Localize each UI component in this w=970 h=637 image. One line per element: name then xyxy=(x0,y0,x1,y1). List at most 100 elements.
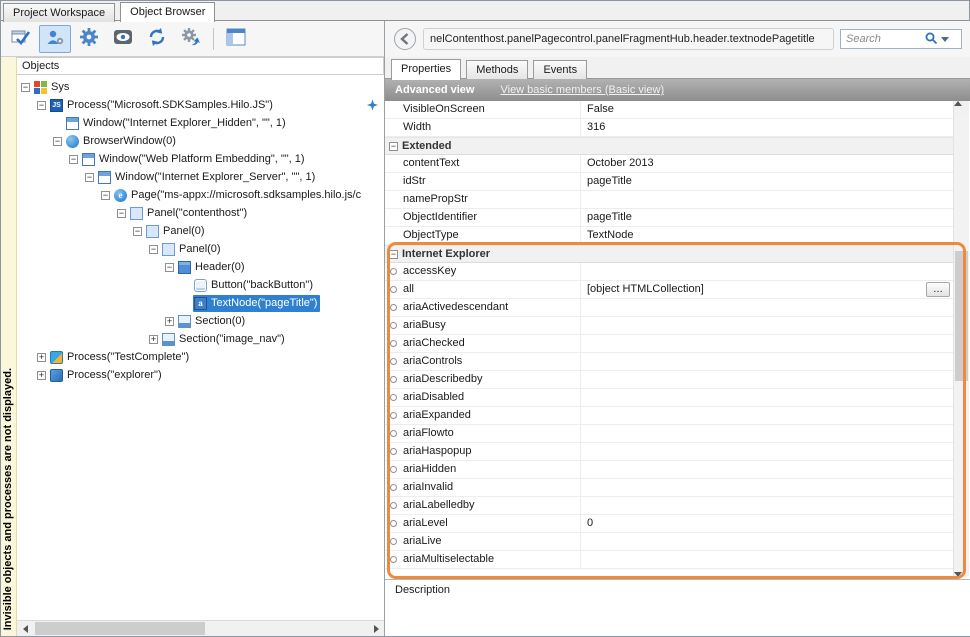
property-row[interactable]: ariaLevel0 xyxy=(385,515,953,533)
property-row[interactable]: ariaHaspopup xyxy=(385,443,953,461)
horizontal-scrollbar-thumb[interactable] xyxy=(35,622,205,635)
advanced-settings-button[interactable] xyxy=(175,25,207,53)
tree-node[interactable]: Button("backButton") xyxy=(17,276,384,294)
scroll-down-button[interactable] xyxy=(954,562,969,577)
tree-node[interactable]: −BrowserWindow(0) xyxy=(17,132,384,150)
expand-icon[interactable]: + xyxy=(149,335,158,344)
tree-node-body[interactable]: Process("Microsoft.SDKSamples.Hilo.JS") xyxy=(49,97,276,114)
tree-node-body[interactable]: Section("image_nav") xyxy=(161,331,288,348)
tree-node[interactable]: −Process("Microsoft.SDKSamples.Hilo.JS") xyxy=(17,96,384,114)
tab-methods[interactable]: Methods xyxy=(466,60,528,80)
collapse-icon[interactable]: − xyxy=(117,209,126,218)
ellipsis-button[interactable]: … xyxy=(926,282,950,297)
collapse-icon[interactable]: − xyxy=(21,83,30,92)
tab-object-browser[interactable]: Object Browser xyxy=(120,2,215,22)
tree-node-body[interactable]: Panel(0) xyxy=(145,223,208,240)
settings-gear-button[interactable] xyxy=(73,25,105,53)
property-row[interactable]: ariaFlowto xyxy=(385,425,953,443)
tree-node-body[interactable]: Window("Internet Explorer_Hidden", "", 1… xyxy=(65,115,289,132)
tree-node-body[interactable]: Panel("contenthost") xyxy=(129,205,250,222)
tab-properties[interactable]: Properties xyxy=(391,59,461,80)
tree-node-body[interactable]: Panel(0) xyxy=(161,241,224,258)
collapse-icon[interactable]: − xyxy=(101,191,110,200)
tree-horizontal-scrollbar[interactable] xyxy=(17,620,384,636)
highlight-object-button[interactable] xyxy=(39,25,71,53)
tree-node-body[interactable]: Header(0) xyxy=(177,259,248,276)
tree-node-body[interactable]: Window("Web Platform Embedding", "", 1) xyxy=(81,151,308,168)
tree-node-selected[interactable]: TextNode("pageTitle") xyxy=(193,295,320,312)
collapse-icon[interactable]: − xyxy=(53,137,62,146)
tree-node[interactable]: −Window("Web Platform Embedding", "", 1) xyxy=(17,150,384,168)
property-row[interactable]: ariaHidden xyxy=(385,461,953,479)
tree-node[interactable]: −Header(0) xyxy=(17,258,384,276)
search-dropdown-icon[interactable] xyxy=(941,37,949,42)
scroll-up-button[interactable] xyxy=(954,101,969,116)
tree-node[interactable]: −Panel(0) xyxy=(17,222,384,240)
property-row[interactable]: ariaLive xyxy=(385,533,953,551)
tree-node[interactable]: −Page("ms-appx://microsoft.sdksamples.hi… xyxy=(17,186,384,204)
property-row[interactable]: Width316 xyxy=(385,119,953,137)
collapse-icon[interactable]: − xyxy=(69,155,78,164)
property-row[interactable]: ariaInvalid xyxy=(385,479,953,497)
collapse-icon[interactable]: − xyxy=(165,263,174,272)
expand-icon[interactable]: + xyxy=(37,371,46,380)
tree-node[interactable]: +Section("image_nav") xyxy=(17,330,384,348)
collapse-icon[interactable]: − xyxy=(133,227,142,236)
property-row[interactable]: ariaDescribedby xyxy=(385,371,953,389)
tree-node[interactable]: +Process("TestComplete") xyxy=(17,348,384,366)
search-icon[interactable] xyxy=(924,31,938,48)
tree-node[interactable]: +Process("explorer") xyxy=(17,366,384,384)
tree-node[interactable]: −Window("Internet Explorer_Server", "", … xyxy=(17,168,384,186)
tree-node-body[interactable]: Sys xyxy=(33,79,72,96)
collapse-icon[interactable]: − xyxy=(37,101,46,110)
basic-view-link[interactable]: View basic members (Basic view) xyxy=(500,84,664,96)
tree-node-body[interactable]: Window("Internet Explorer_Server", "", 1… xyxy=(97,169,318,186)
property-row[interactable]: ariaDisabled xyxy=(385,389,953,407)
vertical-scrollbar-thumb[interactable] xyxy=(955,251,968,381)
panels-button[interactable] xyxy=(220,25,252,53)
object-spy-button[interactable] xyxy=(107,25,139,53)
property-row[interactable]: all[object HTMLCollection]… xyxy=(385,281,953,299)
property-row[interactable]: ariaExpanded xyxy=(385,407,953,425)
property-row[interactable]: VisibleOnScreenFalse xyxy=(385,101,953,119)
property-row[interactable]: ariaControls xyxy=(385,353,953,371)
tree-node-body[interactable]: BrowserWindow(0) xyxy=(65,133,179,150)
property-row[interactable]: namePropStr xyxy=(385,191,953,209)
tree-node-body[interactable]: Process("TestComplete") xyxy=(49,349,192,366)
tree-node-body[interactable]: Process("explorer") xyxy=(49,367,165,384)
tab-project-workspace[interactable]: Project Workspace xyxy=(3,3,115,22)
scroll-right-button[interactable] xyxy=(368,621,384,636)
tree-node[interactable]: TextNode("pageTitle") xyxy=(17,294,384,312)
select-objects-button[interactable] xyxy=(5,25,37,53)
property-group-extended[interactable]: −Extended xyxy=(385,137,953,155)
scroll-left-button[interactable] xyxy=(17,621,33,636)
property-row[interactable]: contentTextOctober 2013 xyxy=(385,155,953,173)
tree-node-body[interactable]: Section(0) xyxy=(177,313,248,330)
group-collapse-icon[interactable]: − xyxy=(389,250,398,259)
collapse-icon[interactable]: − xyxy=(149,245,158,254)
tree-node[interactable]: −Panel(0) xyxy=(17,240,384,258)
property-group-internet-explorer[interactable]: −Internet Explorer xyxy=(385,245,953,263)
collapse-icon[interactable]: − xyxy=(85,173,94,182)
tree-node-body[interactable]: Button("backButton") xyxy=(193,277,316,294)
tree-node[interactable]: Window("Internet Explorer_Hidden", "", 1… xyxy=(17,114,384,132)
property-row[interactable]: ariaChecked xyxy=(385,335,953,353)
back-button[interactable] xyxy=(393,27,417,51)
property-row[interactable]: ObjectIdentifierpageTitle xyxy=(385,209,953,227)
property-row[interactable]: ariaBusy xyxy=(385,317,953,335)
group-collapse-icon[interactable]: − xyxy=(389,142,398,151)
search-input[interactable] xyxy=(844,32,924,46)
property-row[interactable]: ariaLabelledby xyxy=(385,497,953,515)
properties-scrollbar[interactable] xyxy=(953,101,969,577)
search-box[interactable] xyxy=(840,29,962,49)
tab-events[interactable]: Events xyxy=(533,60,587,80)
expand-icon[interactable]: + xyxy=(37,353,46,362)
refresh-button[interactable] xyxy=(141,25,173,53)
property-row[interactable]: accessKey xyxy=(385,263,953,281)
property-row[interactable]: ariaActivedescendant xyxy=(385,299,953,317)
tree-node-body[interactable]: Page("ms-appx://microsoft.sdksamples.hil… xyxy=(113,187,364,204)
tree-node[interactable]: −Panel("contenthost") xyxy=(17,204,384,222)
expand-icon[interactable]: + xyxy=(165,317,174,326)
property-row[interactable]: idStrpageTitle xyxy=(385,173,953,191)
property-row[interactable]: ObjectTypeTextNode xyxy=(385,227,953,245)
